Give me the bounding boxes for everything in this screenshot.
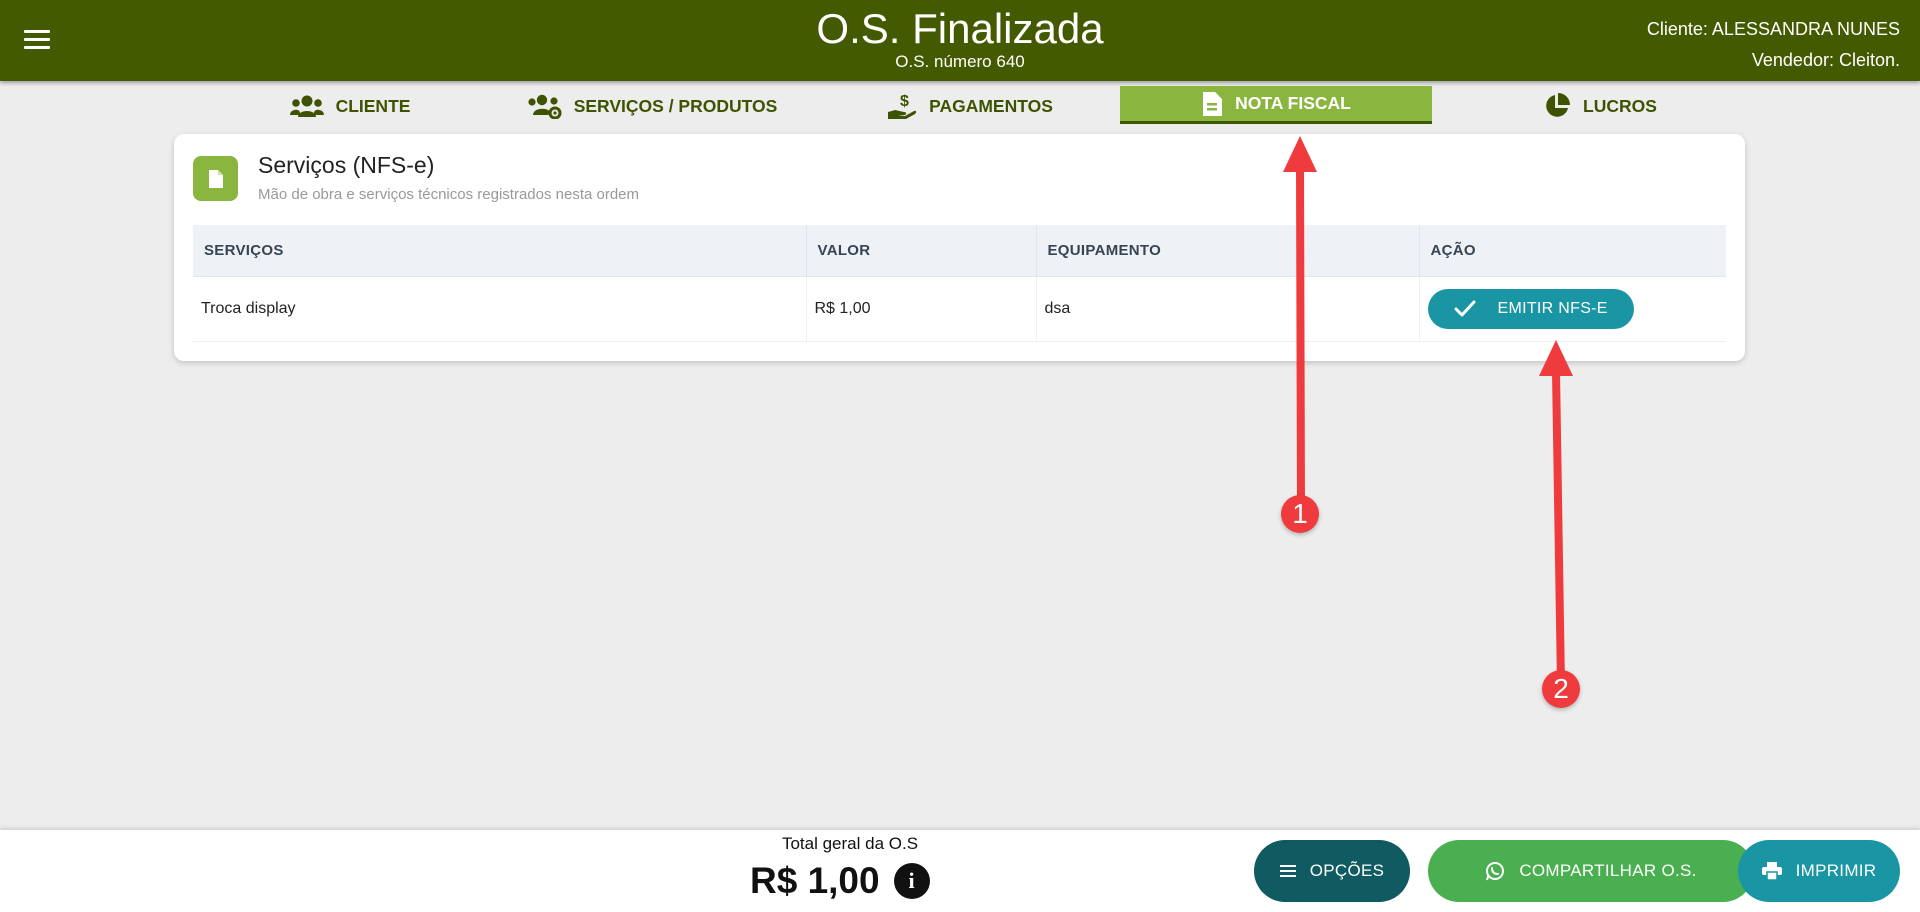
annotation-badge-1: 1 <box>1281 495 1319 533</box>
share-os-button[interactable]: COMPARTILHAR O.S. <box>1428 840 1754 902</box>
arrow-2 <box>1539 340 1573 689</box>
arrow-1 <box>1283 136 1317 514</box>
share-os-label: COMPARTILHAR O.S. <box>1519 861 1697 880</box>
menu-lines-icon <box>1279 865 1296 877</box>
annotation-badge-2: 2 <box>1542 670 1580 708</box>
total-value: R$ 1,00 <box>750 860 880 901</box>
info-icon[interactable]: i <box>893 863 930 899</box>
footer-bar: Total geral da O.S R$ 1,00 i OPÇÕES COMP… <box>0 830 1920 912</box>
print-label: IMPRIMIR <box>1795 861 1877 880</box>
options-label: OPÇÕES <box>1309 861 1385 880</box>
total-row: R$ 1,00 i <box>750 860 930 902</box>
annotation-arrows <box>1283 136 1573 689</box>
options-button[interactable]: OPÇÕES <box>1254 840 1410 902</box>
print-button[interactable]: IMPRIMIR <box>1738 840 1900 902</box>
whatsapp-icon <box>1486 862 1505 881</box>
printer-icon <box>1761 862 1782 880</box>
